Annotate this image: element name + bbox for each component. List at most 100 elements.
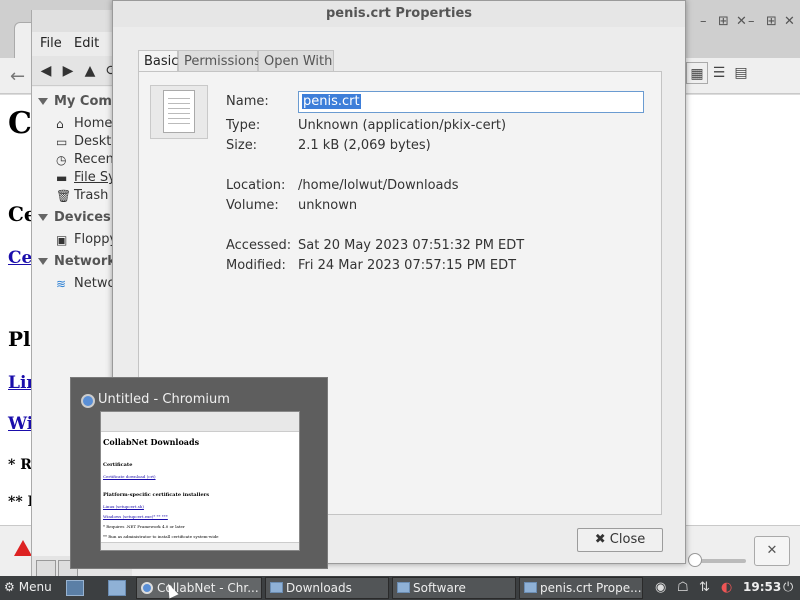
expand-icon [38, 214, 48, 221]
thumbnail-toolbar [101, 412, 299, 432]
task-software[interactable]: Software [392, 577, 516, 599]
folder-icon [270, 582, 283, 593]
volume-label: Volume: [226, 198, 279, 213]
accessibility-icon[interactable]: ☖ [677, 580, 689, 595]
menu-edit[interactable]: Edit [74, 36, 99, 51]
expand-icon [38, 258, 48, 265]
sidebar-item-floppy[interactable]: ▣ Floppy [56, 232, 117, 247]
size-label: Size: [226, 138, 258, 153]
taskbar-window-preview[interactable]: Untitled - Chromium CollabNet Downloads … [70, 377, 328, 569]
close-icon[interactable]: ✕ [736, 14, 747, 29]
zoom-slider-handle[interactable] [688, 553, 702, 567]
accessed-value: Sat 20 May 2023 07:51:32 PM EDT [298, 238, 525, 253]
sidebar-header-label: Network [54, 254, 116, 269]
window-icon [397, 582, 410, 593]
document-icon-line [168, 118, 190, 119]
minimize-icon-2[interactable]: – [748, 14, 755, 29]
floppy-icon: ▣ [56, 232, 68, 247]
document-icon-line [168, 98, 190, 99]
preview-thumbnail[interactable]: CollabNet Downloads Certificate Certific… [100, 411, 300, 551]
menu-file[interactable]: File [40, 36, 62, 51]
page-link-3[interactable]: Wi [8, 414, 33, 434]
clock[interactable]: 19:53 [743, 580, 781, 594]
task-label: Downloads [286, 581, 352, 595]
task-chromium[interactable]: CollabNet - Chr... [136, 577, 262, 599]
sidebar-header-label: Devices [54, 210, 111, 225]
warning-icon [14, 540, 32, 556]
close-icon: ✖ [594, 532, 610, 547]
user-icon[interactable]: ◉ [655, 580, 666, 595]
chromium-icon [81, 394, 95, 408]
maximize-icon[interactable]: ⊞ [718, 14, 729, 29]
home-icon: ⌂ [56, 116, 64, 131]
up-icon[interactable]: ▲ [80, 60, 100, 82]
thumbnail-link-3: Windows (setupcert.exe)* ** *** [103, 514, 168, 519]
drive-icon: ▬ [56, 170, 68, 185]
show-desktop-icon[interactable] [66, 580, 84, 596]
folder-icon [524, 582, 537, 593]
page-subheading-2: Pl [8, 327, 31, 351]
close-icon-2[interactable]: ✕ [784, 14, 795, 29]
document-icon-line [168, 113, 190, 114]
close-button[interactable]: ✖ Close [577, 528, 663, 552]
network-icon[interactable]: ⇅ [699, 580, 710, 595]
icon-view-icon[interactable]: ▦ [686, 62, 708, 84]
document-icon-line [168, 103, 190, 104]
sidebar-header-network[interactable]: Network [38, 254, 116, 269]
thumbnail-download-bar [101, 542, 299, 550]
modified-label: Modified: [226, 258, 286, 273]
power-icon[interactable]: ⏻ [783, 580, 793, 595]
sidebar-header-devices[interactable]: Devices [38, 210, 111, 225]
sidebar-header-my-computer[interactable]: My Comp [38, 94, 121, 109]
location-label: Location: [226, 178, 286, 193]
sidebar-item-desktop[interactable]: ▭ Deskto [56, 134, 119, 149]
forward-icon[interactable]: ▶ [58, 60, 78, 82]
name-field-value: penis.crt [302, 94, 361, 109]
thumbnail-link-2: Linux (setupcert.sh) [103, 504, 144, 509]
maximize-icon-2[interactable]: ⊞ [766, 14, 777, 29]
name-field[interactable]: penis.crt [298, 91, 644, 113]
clock-icon: ◷ [56, 152, 67, 167]
modified-value: Fri 24 Mar 2023 07:57:15 PM EDT [298, 258, 517, 273]
gear-icon: ⚙ [4, 580, 15, 594]
chrome-back-icon[interactable]: ← [10, 66, 25, 87]
volume-value: unknown [298, 198, 358, 213]
document-icon-line [168, 123, 190, 124]
dialog-title: penis.crt Properties [113, 1, 685, 27]
type-value: Unknown (application/pkix-cert) [298, 118, 507, 133]
close-button-label: Close [609, 532, 646, 547]
sidebar-item-label: Floppy [74, 232, 118, 247]
download-bar-close-icon[interactable]: ✕ [754, 536, 790, 566]
page-note: * R [8, 457, 32, 473]
sidebar-item-home[interactable]: ⌂ Home [56, 116, 112, 131]
thumbnail-link: Certificate download (crt) [103, 474, 156, 479]
tab-permissions[interactable]: Permissions [178, 50, 261, 72]
start-menu-button[interactable]: ⚙ Menu [4, 580, 52, 594]
update-icon[interactable]: ◐ [721, 580, 732, 595]
trash-icon: 🗑 [56, 188, 72, 203]
list-view-icon[interactable]: ☰ [708, 62, 730, 84]
task-downloads[interactable]: Downloads [265, 577, 389, 599]
minimize-icon[interactable]: – [700, 14, 707, 29]
tab-basic[interactable]: Basic [138, 50, 178, 72]
folder-icon[interactable] [108, 580, 126, 596]
type-label: Type: [226, 118, 261, 133]
tab-open-with[interactable]: Open With [258, 50, 334, 72]
page-link[interactable]: Ce [8, 248, 32, 268]
preview-title: Untitled - Chromium [98, 392, 230, 407]
accessed-label: Accessed: [226, 238, 292, 253]
desktop-icon: ▭ [56, 134, 68, 149]
thumbnail-note-2: ** Run as administrator to install certi… [103, 534, 219, 539]
sidebar-item-label: Home [74, 116, 113, 131]
thumbnail-subheading: Certificate [103, 462, 133, 468]
thumbnail-heading: CollabNet Downloads [103, 437, 200, 447]
task-label: Software [413, 581, 466, 595]
page-heading: C [8, 106, 32, 141]
document-icon-line [168, 108, 190, 109]
back-icon[interactable]: ◀ [36, 60, 56, 82]
sidebar-item-trash[interactable]: 🗑 Trash [56, 188, 108, 203]
wifi-icon: ≋ [56, 276, 67, 291]
sidebar-item-recent[interactable]: ◷ Recent [56, 152, 119, 167]
task-properties[interactable]: penis.crt Prope... [519, 577, 643, 599]
compact-view-icon[interactable]: ▤ [730, 62, 752, 84]
